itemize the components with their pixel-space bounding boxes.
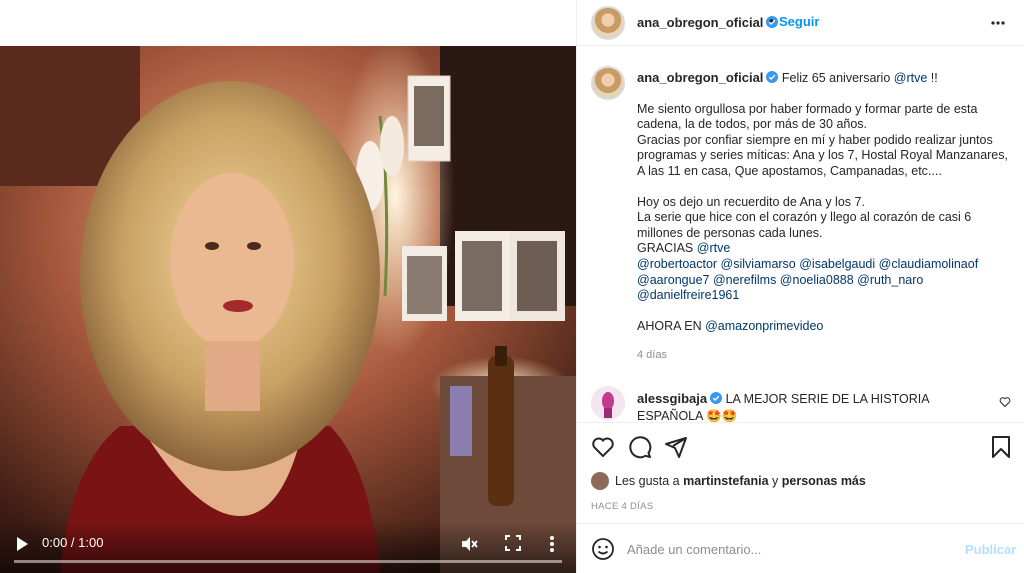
verified-icon [766, 71, 779, 83]
commenter-avatar[interactable] [591, 386, 625, 420]
like-comment-icon[interactable] [999, 396, 1011, 408]
video-player[interactable]: 0:00 / 1:00 [0, 46, 576, 573]
follow-button[interactable]: Seguir [779, 14, 819, 29]
verified-icon [710, 392, 723, 404]
play-icon[interactable] [14, 535, 30, 553]
caption-paragraph: Me siento orgullosa por haber formado y … [637, 101, 981, 132]
mention-link[interactable]: @rtve [894, 71, 928, 85]
liker-username[interactable]: martinstefania [683, 474, 768, 488]
more-options-icon[interactable] [991, 16, 1005, 30]
likes-middle: y [768, 474, 782, 488]
post-panel: ana_obregon_oficial • Seguir ana_obregon… [576, 0, 1024, 573]
caption-first-tail: !! [927, 71, 938, 85]
emoji-icon[interactable] [591, 537, 615, 561]
caption-paragraph: Gracias por confiar siempre en mí y habe… [637, 132, 1011, 178]
share-icon[interactable] [664, 435, 688, 459]
likes-prefix: Les gusta a [615, 474, 684, 488]
author-username[interactable]: ana_obregon_oficial [637, 15, 779, 30]
fullscreen-icon[interactable] [505, 535, 521, 551]
video-time: 0:00 / 1:00 [42, 535, 104, 550]
likes-summary: Les gusta a martinstefania y personas má… [591, 472, 866, 492]
bookmark-icon[interactable] [989, 435, 1013, 459]
commenter-username[interactable]: alessgibaja [637, 391, 707, 406]
mention-list[interactable]: @robertoactor @silviamarso @isabelgaudi … [637, 257, 1011, 304]
caption-body: ana_obregon_oficial Feliz 65 aniversario… [637, 70, 1011, 364]
mention-link[interactable]: @amazonprimevideo [705, 319, 823, 333]
likes-others-link[interactable]: personas más [782, 474, 866, 488]
comment-input[interactable] [627, 537, 947, 561]
caption-avatar[interactable] [591, 66, 625, 100]
mention-link[interactable]: @rtve [697, 241, 731, 255]
caption-timestamp: 4 días [637, 349, 667, 362]
comment-body: alessgibaja LA MEJOR SERIE DE LA HISTORI… [637, 390, 987, 422]
video-progress-bar[interactable] [14, 560, 562, 563]
caption-paragraph: La serie que hice con el corazón y llego… [637, 210, 975, 240]
media-top-spacer [0, 0, 576, 46]
video-frame [0, 46, 576, 573]
comment-icon[interactable] [628, 435, 652, 459]
caption-first-line: Feliz 65 aniversario [781, 71, 894, 85]
post-date: HACE 4 DÍAS [591, 501, 654, 512]
media-area: 0:00 / 1:00 [0, 0, 576, 573]
caption-paragraph: Hoy os dejo un recuerdito de Ana y los 7… [637, 194, 865, 209]
caption-gracias: GRACIAS [637, 241, 697, 256]
caption-username[interactable]: ana_obregon_oficial [637, 70, 763, 85]
mute-icon[interactable] [460, 535, 478, 553]
liker-avatar[interactable] [591, 472, 609, 490]
video-controls: 0:00 / 1:00 [0, 521, 576, 573]
caption-ahora: AHORA EN [637, 318, 706, 333]
add-comment-bar: Publicar [577, 523, 1024, 573]
more-options-icon[interactable] [548, 534, 556, 554]
post-actions [577, 422, 1024, 472]
post-header: ana_obregon_oficial • Seguir [577, 0, 1024, 46]
separator-dot: • [769, 13, 774, 28]
publish-button[interactable]: Publicar [965, 542, 1016, 557]
heart-icon[interactable] [591, 435, 615, 459]
author-avatar[interactable] [591, 6, 625, 40]
comments-section: ana_obregon_oficial Feliz 65 aniversario… [577, 46, 1024, 422]
